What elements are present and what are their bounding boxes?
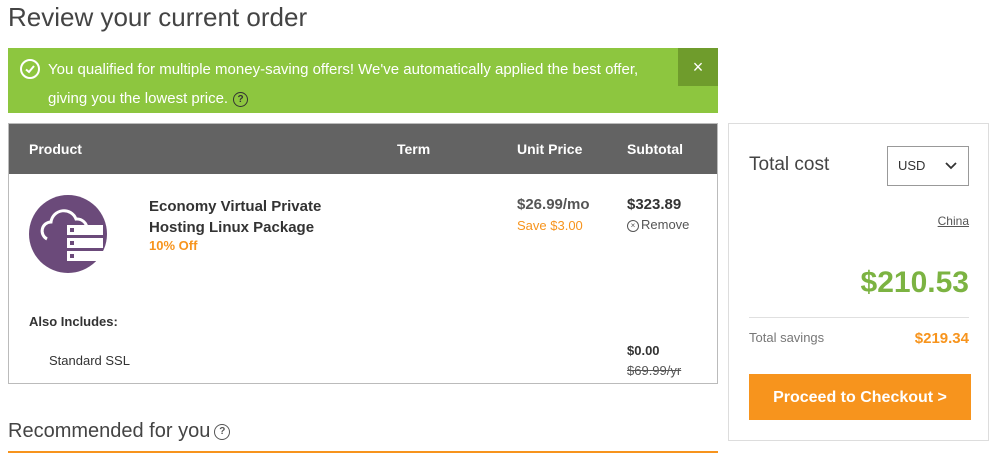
order-table: Product Term Unit Price Subtotal Economy… [8, 123, 718, 384]
table-header: Product Term Unit Price Subtotal [9, 124, 717, 174]
included-item-original-price: $69.99/yr [627, 363, 682, 378]
remove-icon: × [627, 220, 639, 232]
unit-price: $26.99/mo [517, 196, 590, 213]
currency-value: USD [898, 158, 926, 173]
remove-button[interactable]: × Remove [627, 217, 689, 232]
cloud-server-icon [29, 195, 107, 273]
region-link[interactable]: China [938, 214, 969, 228]
recommended-divider [8, 451, 718, 453]
currency-select[interactable]: USD [887, 146, 969, 186]
total-cost-label: Total cost [749, 154, 830, 175]
column-subtotal: Subtotal [627, 141, 683, 157]
discount-label: 10% Off [149, 238, 198, 253]
recommended-title: Recommended for you? [8, 420, 231, 443]
column-unit-price: Unit Price [517, 141, 583, 157]
close-banner-button[interactable]: × [678, 48, 718, 86]
unit-savings: Save $3.00 [517, 218, 583, 233]
total-savings-label: Total savings [749, 330, 825, 345]
item-subtotal: $323.89 [627, 196, 682, 213]
proceed-to-checkout-button[interactable]: Proceed to Checkout > [749, 374, 971, 420]
banner-message: You qualified for multiple money-saving … [48, 61, 639, 78]
banner-message-continued: giving you the lowest price.? [48, 89, 249, 109]
column-term: Term [397, 141, 431, 157]
help-icon[interactable]: ? [214, 423, 231, 440]
also-includes-label: Also Includes: [29, 314, 118, 329]
page-title: Review your current order [8, 2, 308, 32]
product-name: Economy Virtual Private Hosting Linux Pa… [149, 198, 322, 236]
help-icon[interactable]: ? [233, 91, 249, 107]
total-savings-amount: $219.34 [914, 330, 969, 347]
check-circle-icon [20, 59, 40, 79]
offer-banner: You qualified for multiple money-saving … [8, 48, 718, 113]
included-item-price: $0.00 [627, 343, 660, 358]
included-item-name: Standard SSL [49, 353, 130, 368]
chevron-down-icon [945, 162, 957, 170]
order-summary: Total cost USD China $210.53 Total savin… [728, 123, 989, 441]
summary-divider [749, 317, 969, 318]
total-amount: $210.53 [860, 266, 969, 299]
column-product: Product [29, 141, 82, 157]
